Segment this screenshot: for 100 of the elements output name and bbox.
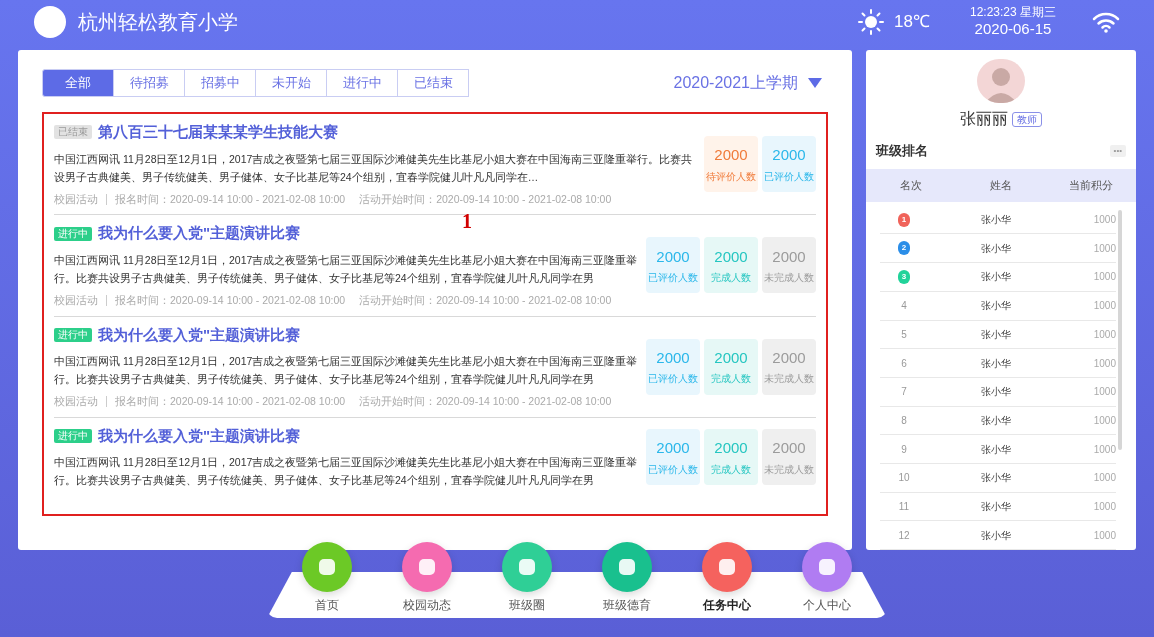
student-name: 张小华: [980, 299, 1012, 314]
nav-item[interactable]: 班级圈: [502, 542, 552, 614]
student-name: 张小华: [980, 270, 1012, 285]
student-name: 张小华: [980, 471, 1012, 486]
status-tag: 已结束: [54, 125, 92, 140]
filter-tab[interactable]: 进行中: [326, 69, 398, 97]
student-score: 1000: [1092, 471, 1117, 486]
stat-label: 完成人数: [711, 271, 751, 286]
activity-title[interactable]: 我为什么要入党"主题演讲比赛: [98, 424, 301, 448]
student-score: 1000: [1092, 327, 1117, 342]
date: 2020-06-15: [974, 20, 1052, 39]
stat-value: 2000: [714, 246, 748, 267]
activity-category: 校园活动: [54, 191, 98, 207]
stat-label: 已评价人数: [648, 372, 698, 387]
stat-value: 2000: [714, 145, 748, 166]
stat-label: 未完成人数: [764, 462, 814, 477]
column-header: 名次: [899, 177, 923, 193]
rank-number: 12: [898, 528, 910, 543]
stat-value: 2000: [656, 246, 690, 267]
student-score: 1000: [1092, 385, 1117, 400]
stat-value: 2000: [656, 347, 690, 368]
rank-medal: 2: [898, 241, 910, 256]
student-name: 张小华: [980, 499, 1012, 514]
rank-number: 8: [901, 413, 907, 428]
start-time: 活动开始时间：2020-09-14 10:00 - 2021-02-08 10:00: [359, 191, 612, 207]
rounded-square-icon: [616, 556, 638, 578]
student-name: 张小华: [980, 241, 1012, 256]
role-tag: 教师: [1012, 111, 1042, 127]
student-score: 1000: [1092, 528, 1117, 543]
temperature: 18℃: [894, 11, 930, 34]
student-name: 张小华: [980, 327, 1012, 342]
rounded-square-icon: [716, 556, 738, 578]
student-name: 张小华: [980, 442, 1012, 457]
activity-title[interactable]: 我为什么要入党"主题演讲比赛: [98, 222, 301, 245]
rank-number: 6: [901, 356, 907, 371]
wifi-icon: [1092, 11, 1120, 33]
stat-label: 已评价人数: [764, 169, 814, 184]
start-time: 活动开始时间：2020-09-14 10:00 - 2021-02-08 10:00: [359, 292, 612, 308]
rank-number: 4: [901, 299, 907, 314]
filter-tab[interactable]: 全部: [42, 69, 114, 97]
scrollbar[interactable]: [1118, 209, 1122, 450]
nav-item[interactable]: 校园动态: [402, 542, 452, 614]
student-score: 1000: [1092, 299, 1117, 314]
term-dropdown[interactable]: 2020-2021上学期: [673, 71, 822, 95]
activity-category: 校园活动: [54, 394, 98, 409]
activity-title[interactable]: 我为什么要入党"主题演讲比赛: [98, 323, 301, 346]
rank-number: 11: [898, 499, 910, 514]
activity-description: 中国江西网讯 11月28日至12月1日，2017吉成之夜暨第七届三亚国际沙滩健美先生比基尼小姐大赛在中国海南三亚隆重举行。比赛共设男子古典健美、男子传统健美、男子健体、女子比基尼等24个组别，宜春学院健儿叶凡凡同学在男: [54, 455, 639, 489]
activity-title[interactable]: 第八百三十七届某某某学生技能大赛: [98, 121, 338, 144]
nav-item[interactable]: 首页: [302, 542, 352, 614]
rounded-square-icon: [816, 556, 838, 578]
rank-medal: 1: [898, 212, 910, 227]
nav-item[interactable]: 个人中心: [802, 542, 852, 614]
activity-description: 中国江西网讯 11月28日至12月1日，2017吉成之夜暨第七届三亚国际沙滩健美先生比基尼小姐大赛在中国海南三亚隆重举行。比赛共设男子古典健美、男子传统健美、男子健体、女子比基尼等24个组别，宜春学院健儿叶凡凡同学在男: [54, 354, 639, 387]
activity-category: 校园活动: [54, 292, 98, 308]
start-time: 活动开始时间：2020-09-14 10:00 - 2021-02-08 10:00: [359, 394, 612, 409]
signup-time: 报名时间：2020-09-14 10:00 - 2021-02-08 10:00: [115, 292, 346, 308]
student-score: 1000: [1092, 413, 1117, 428]
rank-number: 10: [898, 471, 910, 486]
nav-item[interactable]: 任务中心: [702, 542, 752, 614]
student-score: 1000: [1092, 270, 1117, 285]
stat-label: 未完成人数: [764, 372, 814, 387]
student-score: 1000: [1092, 213, 1117, 228]
ranking-title: 班级排名: [876, 142, 928, 161]
filter-tab[interactable]: 待招募: [113, 69, 185, 97]
student-name: 张小华: [980, 528, 1012, 543]
status-tag: 进行中: [54, 429, 92, 443]
filter-tab[interactable]: 招募中: [184, 69, 256, 97]
stat-value: 2000: [656, 438, 690, 459]
stat-label: 完成人数: [711, 372, 751, 387]
activity-description: 中国江西网讯 11月28日至12月1日，2017吉成之夜暨第七届三亚国际沙滩健美先生比基尼小姐大赛在中国海南三亚隆重举行。比赛共设男子古典健美、男子传统健美、男子健体、女子比基尼等24个组别，宜春学院健儿叶凡凡同学在…: [54, 151, 694, 185]
stat-label: 未完成人数: [764, 271, 814, 286]
stat-value: 2000: [772, 347, 806, 368]
filter-tab[interactable]: 未开始: [255, 69, 327, 97]
signup-time: 报名时间：2020-09-14 10:00 - 2021-02-08 10:00: [115, 191, 346, 207]
filter-tab[interactable]: 已结束: [397, 69, 469, 97]
student-name: 张小华: [980, 356, 1012, 371]
rank-number: 7: [901, 385, 907, 400]
student-name: 张小华: [980, 385, 1012, 400]
rank-medal: 3: [898, 269, 910, 284]
school-name: 杭州轻松教育小学: [78, 10, 238, 35]
activity-description: 中国江西网讯 11月28日至12月1日，2017吉成之夜暨第七届三亚国际沙滩健美先生比基尼小姐大赛在中国海南三亚隆重举行。比赛共设男子古典健美、男子传统健美、男子健体、女子比基尼等24个组别，宜春学院健儿叶凡凡同学在男: [54, 252, 639, 286]
stat-label: 完成人数: [711, 462, 751, 477]
student-score: 1000: [1092, 356, 1117, 371]
student-score: 1000: [1092, 241, 1117, 256]
nav-item[interactable]: 班级德育: [602, 542, 652, 614]
stat-value: 2000: [772, 438, 806, 459]
student-score: 1000: [1092, 442, 1117, 457]
sun-icon: [858, 9, 885, 35]
rank-number: 5: [901, 327, 907, 342]
annotation-number: 1: [462, 209, 472, 234]
stat-value: 2000: [772, 145, 806, 166]
student-score: 1000: [1092, 499, 1117, 514]
stat-label: 已评价人数: [648, 271, 698, 286]
stat-label: 已评价人数: [648, 462, 698, 477]
status-tag: 进行中: [54, 226, 92, 241]
user-name: 张丽丽: [960, 109, 1008, 130]
student-name: 张小华: [980, 413, 1012, 428]
stat-value: 2000: [714, 438, 748, 459]
rounded-square-icon: [416, 556, 438, 578]
